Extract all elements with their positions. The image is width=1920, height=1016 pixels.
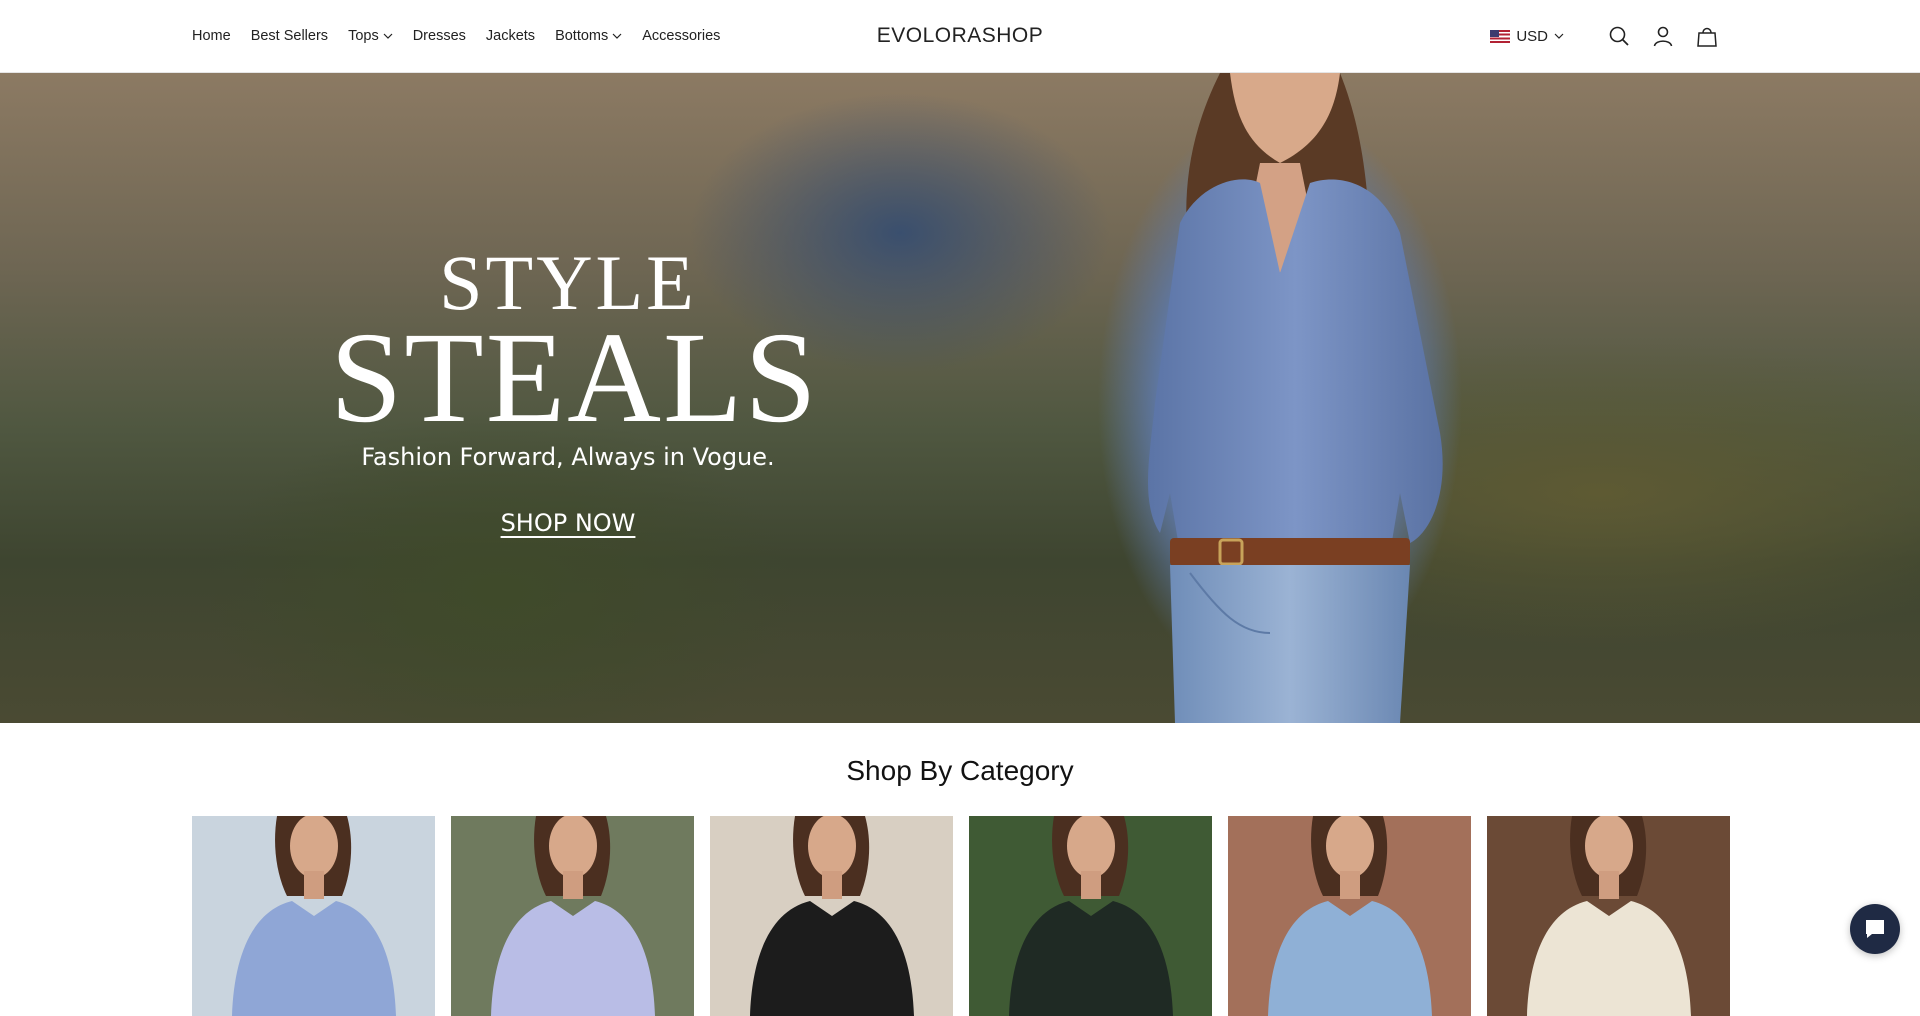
chevron-down-icon [1554, 33, 1564, 39]
category-card-image [451, 816, 694, 1016]
hero-background-image [0, 73, 1920, 723]
account-icon [1653, 26, 1673, 47]
nav-bottoms-label: Bottoms [555, 28, 609, 44]
chat-bubble-icon [1866, 920, 1884, 938]
chevron-down-icon [383, 33, 393, 39]
account-button[interactable] [1650, 23, 1676, 49]
nav-bottoms[interactable]: Bottoms [555, 28, 622, 44]
us-flag-icon [1490, 29, 1511, 43]
category-section-title: Shop By Category [846, 755, 1074, 786]
site-header: Home Best Sellers Tops Dresses Jackets B… [0, 0, 1920, 73]
shop-now-link[interactable]: SHOP NOW [501, 509, 636, 537]
nav-home[interactable]: Home [192, 28, 231, 44]
category-cards [192, 816, 1730, 1016]
chevron-down-icon [612, 33, 622, 39]
main-nav: Home Best Sellers Tops Dresses Jackets B… [192, 0, 740, 72]
chat-button[interactable] [1850, 904, 1900, 954]
nav-accessories-label: Accessories [642, 28, 721, 44]
nav-accessories[interactable]: Accessories [642, 28, 720, 44]
site-logo[interactable]: EVOLORASHOP [877, 24, 1044, 48]
currency-selector[interactable]: USD [1490, 28, 1564, 45]
nav-jackets-label: Jackets [485, 28, 536, 44]
currency-label: USD [1516, 27, 1548, 45]
hero-tagline: Fashion Forward, Always in Vogue. [361, 443, 775, 471]
nav-home-label: Home [192, 28, 231, 44]
category-card-image [1228, 816, 1471, 1016]
hero-model-image [1148, 73, 1443, 723]
cart-icon [1697, 27, 1717, 47]
nav-best-sellers[interactable]: Best Sellers [251, 28, 328, 44]
category-card[interactable] [1487, 816, 1730, 1016]
nav-dresses[interactable]: Dresses [413, 28, 466, 44]
nav-tops[interactable]: Tops [348, 28, 393, 44]
nav-jackets[interactable]: Jackets [486, 28, 535, 44]
search-button[interactable] [1606, 23, 1632, 49]
nav-tops-label: Tops [348, 28, 379, 44]
hero-text-block: STYLE STEALS Fashion Forward, Always in … [330, 243, 819, 538]
cart-button[interactable] [1694, 23, 1720, 49]
hero-banner: STYLE STEALS Fashion Forward, Always in … [0, 73, 1920, 723]
nav-best-sellers-label: Best Sellers [250, 28, 329, 44]
category-card[interactable] [1228, 816, 1471, 1016]
category-card[interactable] [710, 816, 953, 1016]
hero-heading-line2: STEALS [330, 306, 819, 450]
category-card[interactable] [969, 816, 1212, 1016]
nav-dresses-label: Dresses [412, 28, 466, 44]
search-icon [1609, 26, 1629, 46]
header-tools: USD [1490, 0, 1720, 72]
category-card-image [710, 816, 953, 1016]
category-card-image [969, 816, 1212, 1016]
category-card-image [1487, 816, 1730, 1016]
category-card-image [192, 816, 435, 1016]
category-card[interactable] [192, 816, 435, 1016]
category-card[interactable] [451, 816, 694, 1016]
